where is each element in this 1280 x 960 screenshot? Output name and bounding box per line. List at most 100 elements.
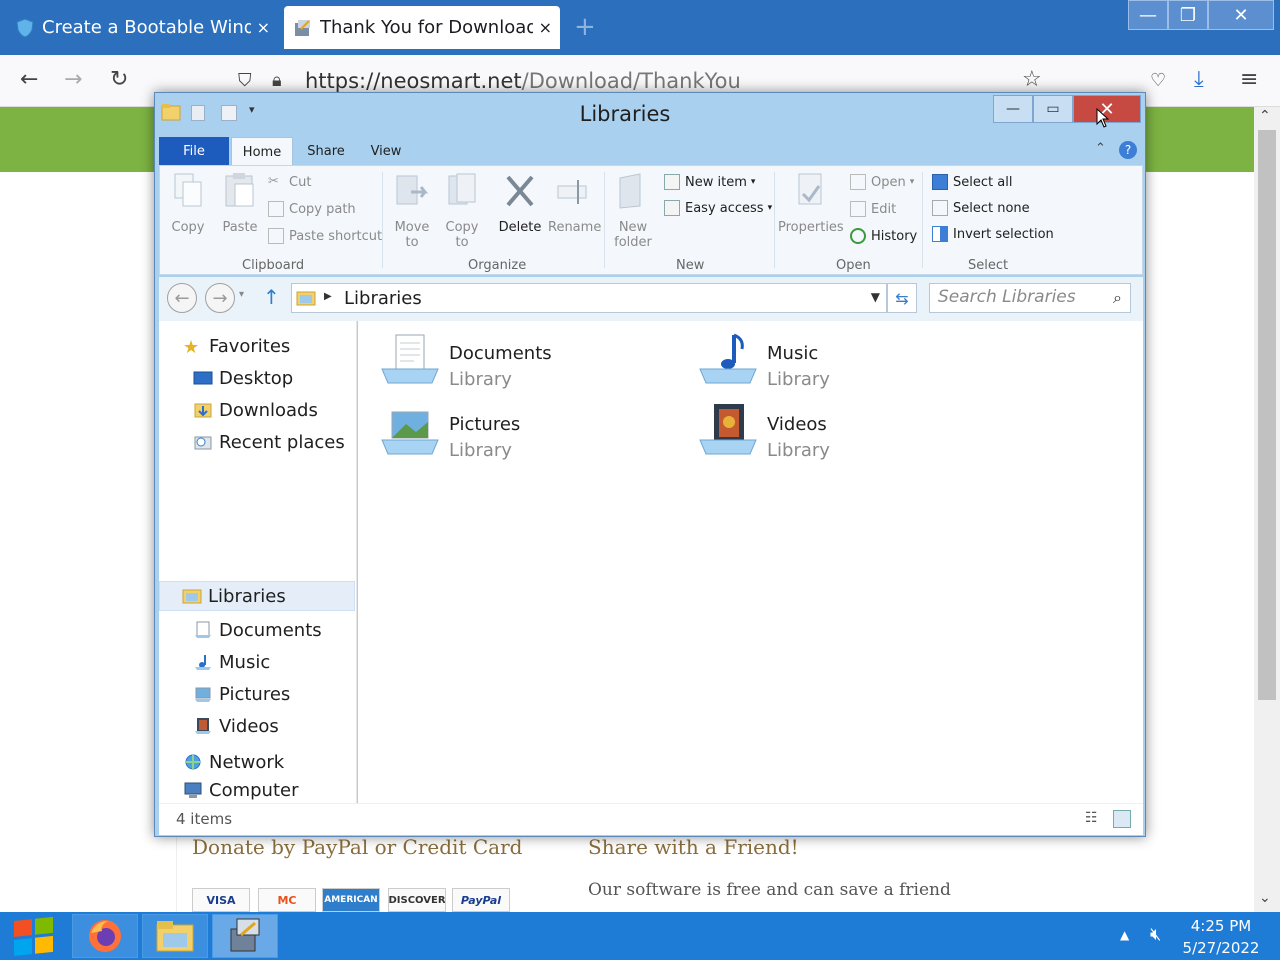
help-icon[interactable]: ? — [1119, 141, 1137, 159]
url-bar[interactable]: https://neosmart.net/Download/ThankYou — [305, 69, 741, 93]
recent-locations-dropdown-icon[interactable]: ▾ — [239, 289, 244, 300]
easy-access-icon — [664, 200, 680, 216]
address-text: Libraries — [344, 288, 422, 309]
installer-icon — [230, 918, 260, 952]
taskbar-installer[interactable] — [212, 914, 278, 958]
installer-favicon-icon — [295, 19, 310, 36]
share-text: Our software is free and can save a frie… — [588, 880, 951, 900]
browser-tab-bar: Create a Bootable Windo × Thank You for … — [0, 0, 1280, 55]
invert-selection-button[interactable]: Invert selection — [932, 226, 1054, 242]
lock-icon[interactable]: 🔒︎ — [272, 70, 282, 91]
forward-icon[interactable]: → — [64, 67, 82, 92]
menu-icon[interactable]: ≡ — [1240, 67, 1258, 92]
properties-icon — [798, 173, 822, 205]
browser-minimize-button[interactable]: — — [1128, 0, 1168, 30]
tab-view[interactable]: View — [359, 137, 413, 165]
explorer-maximize-button[interactable]: ▭ — [1033, 95, 1073, 123]
volume-muted-icon[interactable]: 🔇︎ — [1150, 924, 1161, 945]
nav-documents[interactable]: Documents — [159, 615, 355, 645]
taskbar-file-explorer[interactable] — [142, 914, 208, 958]
copy-button[interactable]: Copy — [168, 172, 208, 235]
library-music[interactable]: Music Library — [698, 327, 998, 391]
cut-button[interactable]: ✂ Cut — [268, 174, 311, 190]
search-box[interactable]: ⌕ — [929, 283, 1131, 313]
new-item-button[interactable]: New item ▾ — [664, 174, 755, 190]
nav-favorites[interactable]: ★ Favorites — [159, 331, 355, 361]
open-button[interactable]: Open ▾ — [850, 174, 914, 190]
nav-music[interactable]: Music — [159, 647, 355, 677]
clock-date[interactable]: 5/27/2022 — [1176, 939, 1266, 957]
back-button[interactable]: ← — [167, 283, 197, 313]
new-tab-button[interactable]: + — [574, 12, 596, 42]
refresh-button[interactable]: ⇆ — [887, 283, 917, 313]
nav-videos[interactable]: Videos — [159, 711, 355, 741]
up-arrow-icon[interactable]: ↑ — [263, 285, 280, 309]
address-bar[interactable]: ▶ Libraries ▼ — [291, 283, 887, 313]
select-all-icon — [932, 174, 948, 190]
paste-shortcut-button[interactable]: Paste shortcut — [268, 228, 382, 244]
clock-time[interactable]: 4:25 PM — [1186, 917, 1256, 935]
navigation-pane: ★ Favorites Desktop Downloads Recent plac… — [159, 321, 357, 803]
copy-to-button[interactable]: Copy to — [440, 172, 484, 250]
copy-icon — [174, 173, 202, 207]
browser-tab-thank-you[interactable]: Thank You for Download × — [284, 6, 560, 49]
tracking-shield-icon[interactable]: ⛉ — [238, 70, 252, 91]
details-view-icon[interactable]: ☷ — [1085, 810, 1103, 828]
select-none-button[interactable]: Select none — [932, 200, 1030, 216]
status-bar: 4 items ☷ — [159, 803, 1143, 835]
nav-libraries[interactable]: Libraries — [159, 581, 355, 611]
tab-close-icon[interactable]: × — [257, 18, 270, 37]
new-folder-button[interactable]: New folder — [612, 172, 654, 250]
search-icon[interactable]: ⌕ — [1113, 288, 1122, 308]
tab-file[interactable]: File — [159, 137, 229, 165]
nav-network[interactable]: Network — [159, 747, 355, 777]
page-scrollbar-thumb[interactable] — [1258, 130, 1276, 700]
minimize-ribbon-icon[interactable]: ⌃ — [1095, 141, 1106, 156]
move-to-icon — [396, 175, 429, 205]
copy-path-button[interactable]: Copy path — [268, 201, 356, 217]
scroll-up-icon[interactable]: ⌃ — [1259, 108, 1271, 124]
paste-button[interactable]: Paste — [220, 172, 260, 235]
library-documents[interactable]: Documents Library — [380, 327, 680, 391]
start-button[interactable] — [8, 913, 58, 958]
search-input[interactable] — [938, 287, 1098, 307]
nav-computer[interactable]: Computer — [159, 775, 355, 805]
delete-button[interactable]: Delete — [496, 172, 544, 235]
move-to-button[interactable]: Move to — [390, 172, 434, 250]
browser-tab-create-bootable[interactable]: Create a Bootable Windo × — [6, 6, 278, 49]
breadcrumb-chevron-icon[interactable]: ▶ — [324, 291, 332, 302]
tab-close-icon[interactable]: × — [539, 18, 552, 37]
reload-icon[interactable]: ↻ — [110, 67, 128, 92]
nav-desktop[interactable]: Desktop — [159, 363, 355, 393]
browser-close-button[interactable]: ✕ — [1208, 0, 1274, 30]
nav-pictures[interactable]: Pictures — [159, 679, 355, 709]
easy-access-button[interactable]: Easy access ▾ — [664, 200, 772, 216]
address-dropdown-icon[interactable]: ▼ — [871, 290, 880, 304]
taskbar-firefox[interactable] — [72, 914, 138, 958]
tab-home[interactable]: Home — [231, 137, 293, 166]
history-button[interactable]: History — [850, 228, 917, 244]
browser-maximize-button[interactable]: ❐ — [1168, 0, 1208, 30]
paste-shortcut-icon — [268, 228, 284, 244]
forward-button[interactable]: → — [205, 283, 235, 313]
downloads-icon[interactable]: ⤓ — [1194, 67, 1204, 92]
nav-recent-places[interactable]: Recent places — [159, 427, 355, 457]
bookmark-star-icon[interactable]: ☆ — [1022, 67, 1042, 92]
library-pictures[interactable]: Pictures Library — [380, 398, 680, 462]
nav-downloads[interactable]: Downloads — [159, 395, 355, 425]
explorer-minimize-button[interactable]: — — [993, 95, 1033, 123]
scroll-down-icon[interactable]: ⌄ — [1259, 890, 1271, 906]
tab-share[interactable]: Share — [297, 137, 355, 165]
pocket-icon[interactable]: ♡ — [1150, 70, 1166, 91]
music-library-icon — [699, 333, 757, 384]
large-icons-view-icon[interactable] — [1113, 810, 1131, 828]
edit-button[interactable]: Edit — [850, 201, 896, 217]
library-name: Videos — [767, 414, 827, 435]
tray-overflow-chevron-icon[interactable]: ▲ — [1120, 928, 1129, 942]
library-videos[interactable]: Videos Library — [698, 398, 998, 462]
back-icon[interactable]: ← — [20, 67, 38, 92]
select-all-button[interactable]: Select all — [932, 174, 1012, 190]
rename-button[interactable]: Rename — [548, 172, 601, 235]
properties-button[interactable]: Properties — [778, 172, 844, 235]
explorer-title-bar[interactable]: ▾ Libraries — ▭ ✕ — [155, 93, 1145, 135]
